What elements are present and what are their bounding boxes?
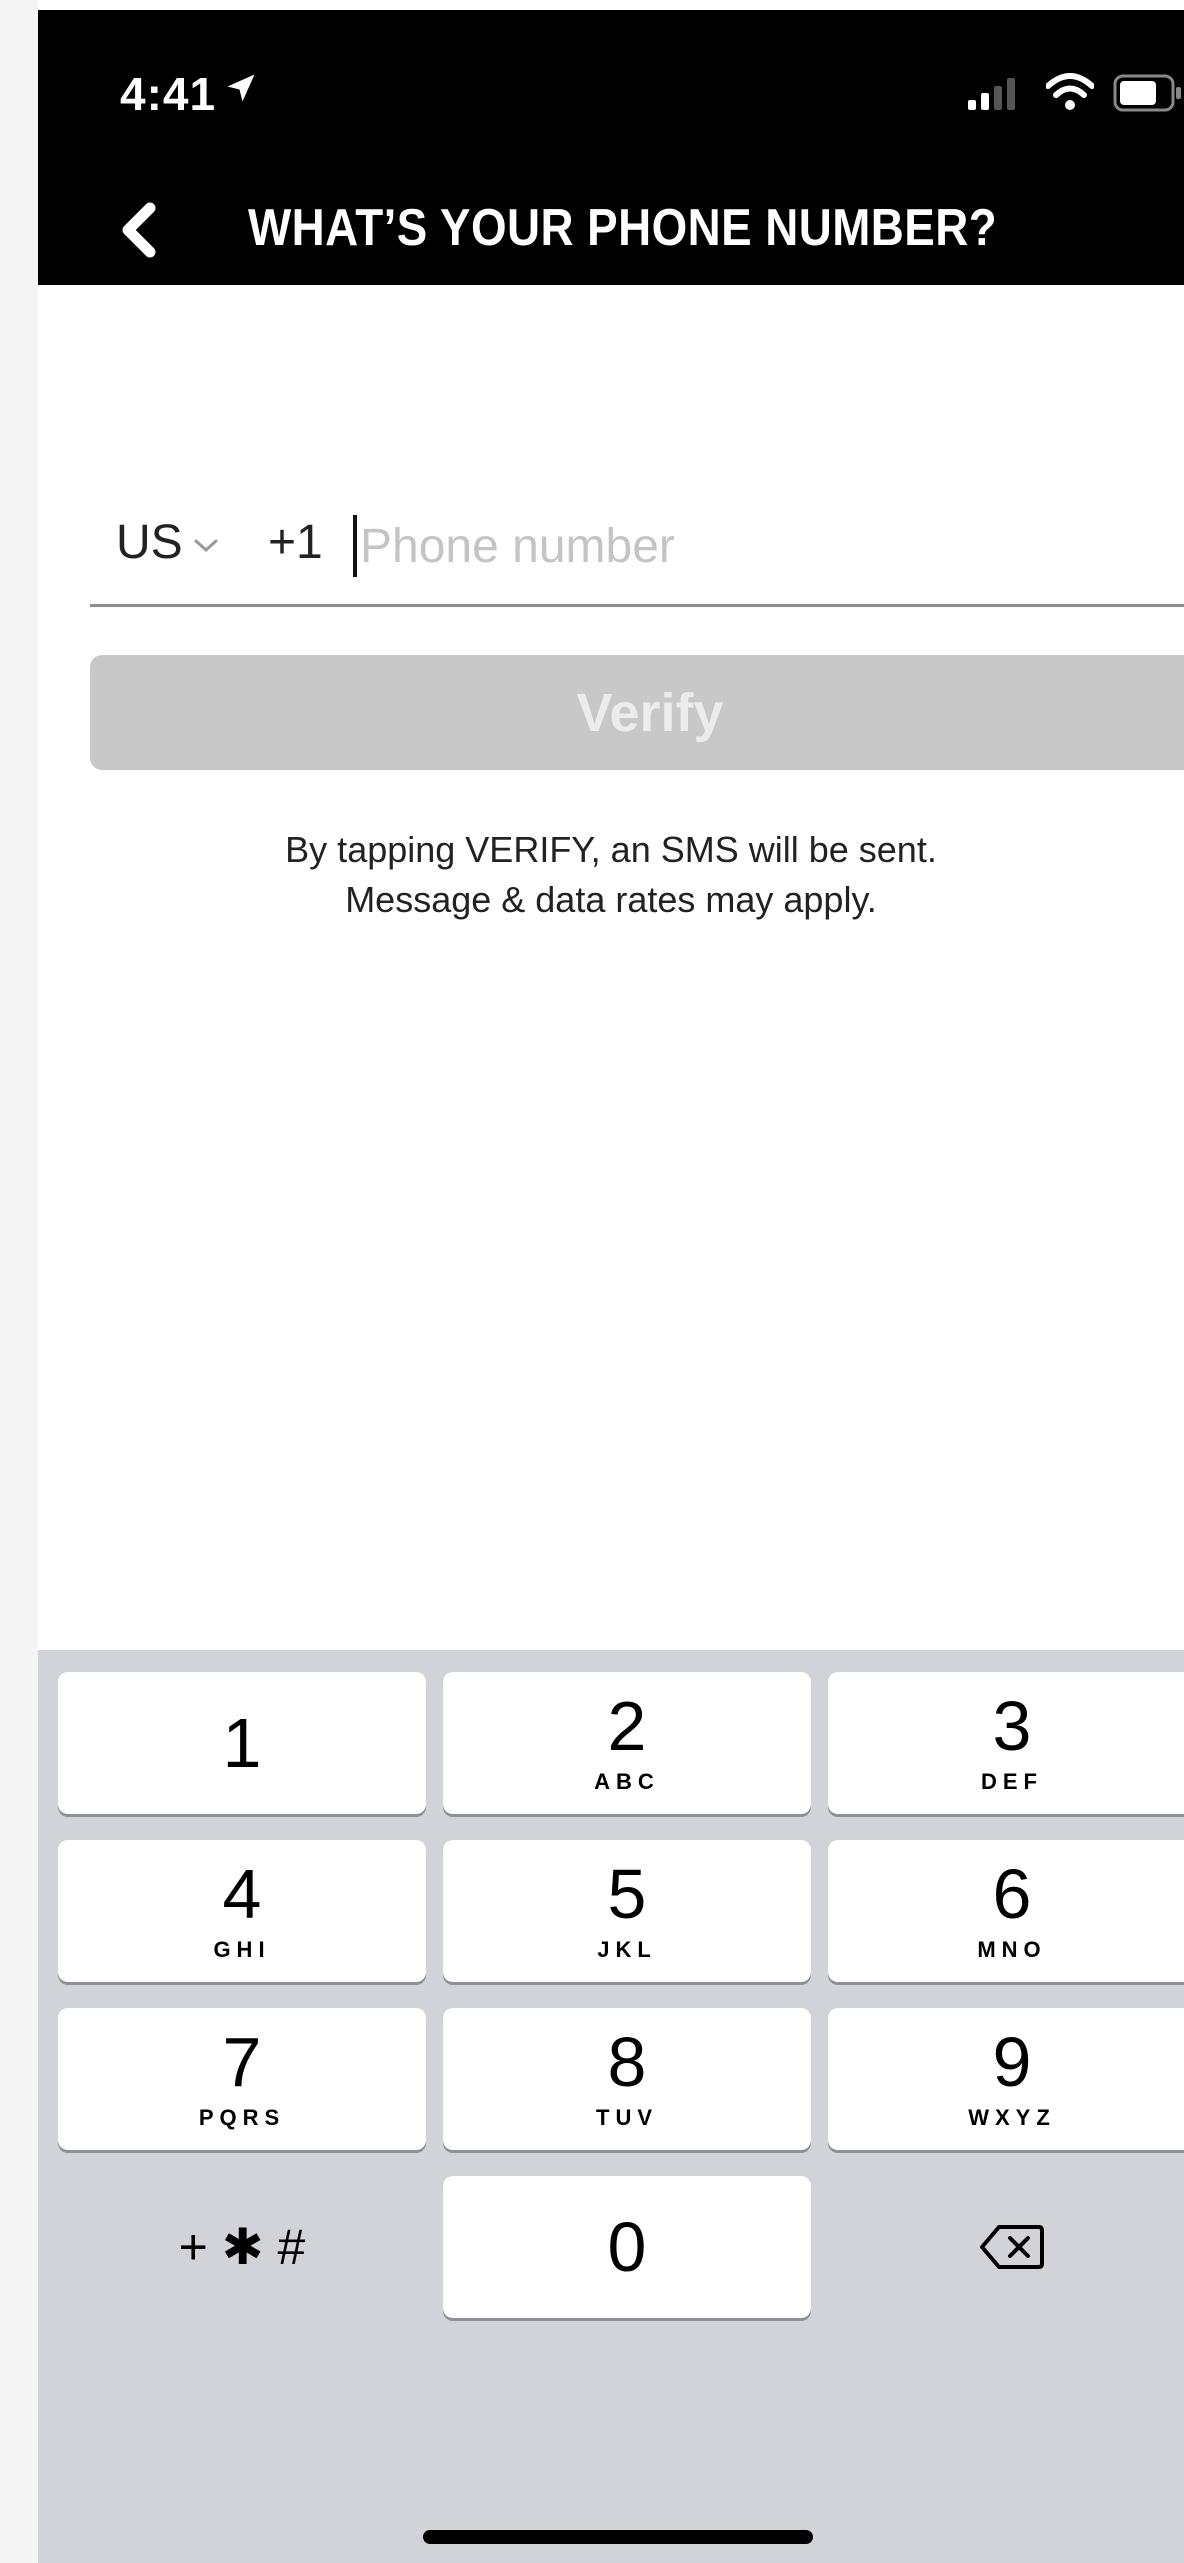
chevron-down-icon	[194, 539, 218, 552]
disclaimer-line-2: Message & data rates may apply.	[345, 879, 877, 920]
key-5[interactable]: 5 JKL	[443, 1840, 811, 1982]
key-letters: DEF	[981, 1769, 1043, 1794]
key-2[interactable]: 2 ABC	[443, 1672, 811, 1814]
key-letters: TUV	[596, 2105, 658, 2130]
status-time: 4:41	[120, 68, 217, 120]
key-digit: 6	[992, 1855, 1032, 1933]
page-title: WHAT’S YOUR PHONE NUMBER?	[248, 199, 998, 257]
cellular-signal-icon	[968, 78, 1015, 110]
country-code: US	[116, 516, 183, 569]
home-indicator[interactable]	[423, 2530, 813, 2544]
key-digit: 5	[607, 1855, 647, 1933]
key-letters: WXYZ	[968, 2105, 1056, 2130]
key-4[interactable]: 4 GHI	[58, 1840, 426, 1982]
key-9[interactable]: 9 WXYZ	[828, 2008, 1184, 2150]
dial-code: +1	[268, 516, 323, 569]
key-0[interactable]: 0	[443, 2176, 811, 2318]
header-bar: 4:41 WHAT’S YOUR PHONE NUMBER?	[38, 10, 1184, 285]
key-digit: 8	[607, 2023, 647, 2101]
location-arrow-icon	[227, 74, 255, 102]
backspace-icon	[980, 2225, 1044, 2269]
verify-button[interactable]: Verify	[90, 655, 1184, 770]
back-button[interactable]	[108, 190, 168, 270]
key-6[interactable]: 6 MNO	[828, 1840, 1184, 1982]
key-letters: JKL	[597, 1937, 657, 1962]
symbols-label: + ✱ #	[178, 2219, 306, 2275]
country-selector[interactable]: US	[116, 515, 219, 570]
key-7[interactable]: 7 PQRS	[58, 2008, 426, 2150]
phone-screen: 4:41 WHAT’S YOUR PHONE NUMBER? US +1 Pho…	[38, 0, 1184, 2563]
phone-number-input[interactable]	[360, 510, 1184, 582]
key-8[interactable]: 8 TUV	[443, 2008, 811, 2150]
wifi-icon	[1046, 73, 1094, 110]
numeric-keypad: 1 2 ABC 3 DEF 4 GHI 5 JKL 6 MNO 7 PQRS 8	[38, 1650, 1184, 2563]
chevron-left-icon	[122, 202, 156, 258]
input-underline	[90, 604, 1184, 607]
key-letters: ABC	[594, 1769, 660, 1794]
disclaimer-line-1: By tapping VERIFY, an SMS will be sent.	[285, 829, 937, 870]
key-letters: PQRS	[198, 2105, 286, 2130]
key-digit: 7	[222, 2023, 262, 2101]
left-edge	[0, 0, 38, 2563]
battery-icon	[1113, 74, 1181, 112]
key-symbols[interactable]: + ✱ #	[58, 2176, 426, 2318]
key-1[interactable]: 1	[58, 1672, 426, 1814]
delete-key[interactable]	[828, 2176, 1184, 2318]
key-digit: 0	[607, 2208, 647, 2286]
key-digit: 9	[992, 2023, 1032, 2101]
text-cursor	[353, 515, 357, 577]
key-digit: 1	[222, 1704, 262, 1782]
key-digit: 2	[607, 1687, 647, 1765]
key-digit: 4	[222, 1855, 262, 1933]
key-letters: GHI	[213, 1937, 271, 1962]
key-letters: MNO	[977, 1937, 1047, 1962]
sms-disclaimer: By tapping VERIFY, an SMS will be sent. …	[38, 825, 1184, 925]
key-3[interactable]: 3 DEF	[828, 1672, 1184, 1814]
key-digit: 3	[992, 1687, 1032, 1765]
